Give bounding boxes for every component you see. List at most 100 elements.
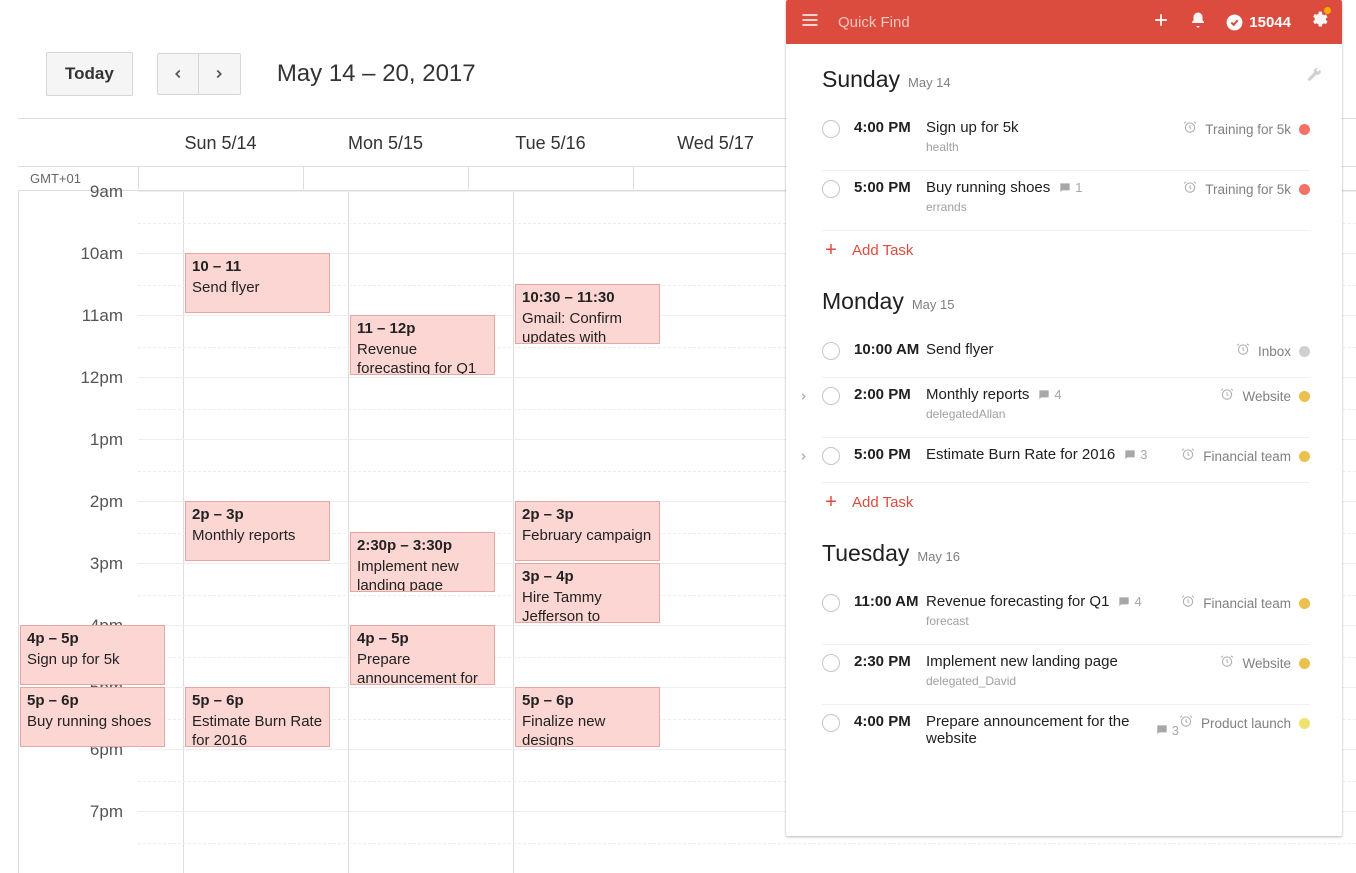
panel-settings-button[interactable] [1306,66,1322,87]
alarm-icon [1220,387,1234,401]
task-row[interactable]: 11:00 AMRevenue forecasting for Q14forec… [822,585,1310,645]
expand-button[interactable] [798,389,809,407]
expand-button[interactable] [798,449,809,467]
add-task-button[interactable]: +Add Task [822,483,1310,518]
calendar-event[interactable]: 5p – 6pEstimate Burn Rate for 2016 [185,687,330,747]
alarm-icon [1220,654,1234,668]
day-date: May 14 [908,75,951,90]
event-time: 11 – 12p [357,320,488,339]
event-time: 2p – 3p [192,506,323,525]
task-checkbox[interactable] [822,654,840,672]
add-task-button[interactable]: +Add Task [822,231,1310,266]
reminder-indicator [1220,387,1234,406]
project-label[interactable]: Training for 5k [1205,122,1291,137]
karma-score[interactable]: 15044 [1225,13,1291,32]
reminder-indicator [1179,714,1193,733]
reminder-indicator [1220,654,1234,673]
comment-count[interactable]: 3 [1123,447,1147,462]
day-section: MondayMay 1510:00 AMSend flyerInbox2:00 … [822,266,1310,518]
event-title: February campaign [522,527,651,544]
alarm-icon [1236,342,1250,356]
hour-label: 7pm [63,802,123,822]
task-row[interactable]: 2:00 PMMonthly reports4delegatedAllanWeb… [822,378,1310,438]
task-row[interactable]: 4:00 PMSign up for 5khealthTraining for … [822,111,1310,171]
comment-count[interactable]: 4 [1117,594,1141,609]
task-row[interactable]: 10:00 AMSend flyerInbox [822,333,1310,378]
add-task-label: Add Task [852,242,913,259]
day-date: May 16 [917,549,960,564]
day-header[interactable]: Wed 5/17 [633,119,798,166]
plus-icon [1151,10,1171,30]
project-dot [1299,184,1310,195]
calendar-event[interactable]: 4p – 5pPrepare announcement for [350,625,495,685]
task-title: Sign up for 5k [926,119,1019,136]
calendar-event[interactable]: 5p – 6pFinalize new designs [515,687,660,747]
comment-count[interactable]: 3 [1155,723,1179,738]
calendar-event[interactable]: 10 – 11Send flyer [185,253,330,313]
day-header[interactable]: Sun 5/14 [138,119,303,166]
notifications-button[interactable] [1189,11,1207,34]
day-header[interactable]: Tue 5/16 [468,119,633,166]
project-label[interactable]: Website [1242,389,1291,404]
project-dot [1299,124,1310,135]
today-button[interactable]: Today [46,52,133,96]
panel-header: Quick Find 15044 [786,0,1342,44]
day-name: Monday [822,288,904,315]
task-title: Buy running shoes [926,179,1050,196]
calendar-event[interactable]: 3p – 4pHire Tammy Jefferson to [515,563,660,623]
task-checkbox[interactable] [822,714,840,732]
project-label[interactable]: Website [1242,656,1291,671]
calendar-event[interactable]: 4p – 5pSign up for 5k [20,625,165,685]
calendar-event[interactable]: 10:30 – 11:30Gmail: Confirm updates with [515,284,660,344]
event-title: Implement new landing page [357,558,459,592]
project-label[interactable]: Financial team [1203,596,1291,611]
task-time: 5:00 PM [854,446,926,463]
day-name: Tuesday [822,540,909,567]
add-button[interactable] [1151,10,1171,35]
task-checkbox[interactable] [822,342,840,360]
menu-button[interactable] [800,10,820,35]
comment-count[interactable]: 1 [1058,180,1082,195]
comment-count[interactable]: 4 [1037,387,1061,402]
calendar-event[interactable]: 5p – 6pBuy running shoes [20,687,165,747]
project-label[interactable]: Product launch [1201,716,1291,731]
task-time: 2:30 PM [854,653,926,670]
project-label[interactable]: Inbox [1258,344,1291,359]
task-subtitle: delegated_David [926,674,1220,688]
notification-dot [1324,7,1331,14]
day-header[interactable]: Mon 5/15 [303,119,468,166]
project-label[interactable]: Training for 5k [1205,182,1291,197]
event-title: Monthly reports [192,527,295,544]
project-label[interactable]: Financial team [1203,449,1291,464]
task-row[interactable]: 5:00 PMBuy running shoes1errandsTraining… [822,171,1310,231]
task-checkbox[interactable] [822,180,840,198]
settings-button[interactable] [1309,10,1328,34]
calendar-event[interactable]: 2p – 3pFebruary campaign [515,501,660,561]
task-row[interactable]: 2:30 PMImplement new landing pagedelegat… [822,645,1310,705]
event-title: Gmail: Confirm updates with [522,310,622,344]
calendar-event[interactable]: 2p – 3p Monthly reports [185,501,330,561]
task-checkbox[interactable] [822,594,840,612]
task-checkbox[interactable] [822,120,840,138]
task-checkbox[interactable] [822,387,840,405]
task-time: 4:00 PM [854,119,926,136]
project-dot [1299,718,1310,729]
task-checkbox[interactable] [822,447,840,465]
hour-label: 12pm [63,368,123,388]
task-time: 10:00 AM [854,341,926,358]
task-row[interactable]: 5:00 PMEstimate Burn Rate for 20163Finan… [822,438,1310,483]
calendar-event[interactable]: 11 – 12pRevenue forecasting for Q1 [350,315,495,375]
comment-icon [1123,448,1137,462]
next-button[interactable] [199,53,241,95]
task-time: 2:00 PM [854,386,926,403]
calendar-event[interactable]: 2:30p – 3:30pImplement new landing page [350,532,495,592]
event-time: 3p – 4p [522,568,653,587]
prev-button[interactable] [157,53,199,95]
quick-find-input[interactable]: Quick Find [838,14,1133,31]
task-row[interactable]: 4:00 PMPrepare announcement for the webs… [822,705,1310,763]
project-dot [1299,658,1310,669]
event-time: 5p – 6p [27,692,158,711]
hour-label: 9am [63,182,123,202]
panel-body[interactable]: SundayMay 144:00 PMSign up for 5khealthT… [786,44,1342,836]
hamburger-icon [800,10,820,30]
